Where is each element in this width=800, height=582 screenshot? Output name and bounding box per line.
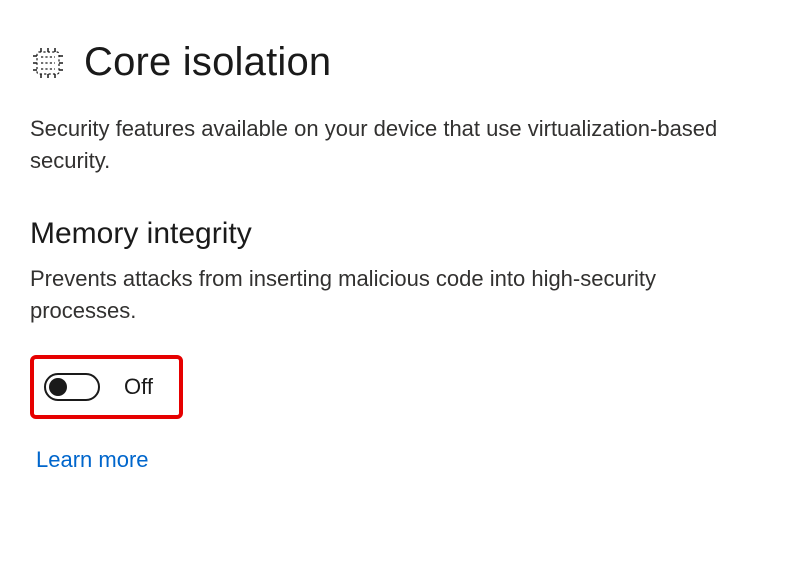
- memory-integrity-title: Memory integrity: [30, 217, 770, 251]
- learn-more-link[interactable]: Learn more: [36, 447, 149, 473]
- memory-integrity-description: Prevents attacks from inserting maliciou…: [30, 263, 750, 327]
- chip-icon: [30, 45, 66, 81]
- page-header: Core isolation: [30, 40, 770, 85]
- memory-integrity-toggle[interactable]: [44, 373, 100, 401]
- toggle-knob: [49, 378, 67, 396]
- page-description: Security features available on your devi…: [30, 113, 750, 177]
- toggle-state-label: Off: [124, 374, 153, 400]
- page-title: Core isolation: [84, 40, 331, 85]
- toggle-highlight-box: Off: [30, 355, 183, 419]
